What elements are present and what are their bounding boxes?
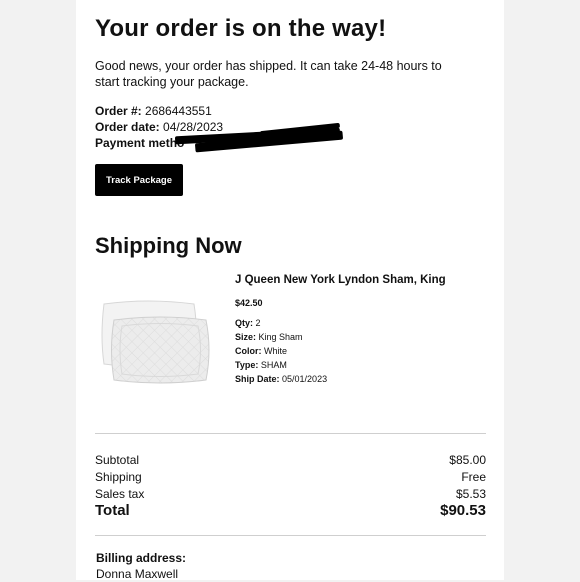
- subtotal-label: Subtotal: [95, 453, 140, 467]
- attr-label: Qty:: [235, 318, 253, 328]
- payment-method-label: Payment metho: [95, 136, 185, 150]
- divider: [95, 433, 486, 434]
- attr-label: Color:: [235, 346, 262, 356]
- product-attributes: Qty: 2 Size: King Sham Color: White Type…: [235, 316, 327, 386]
- sales-tax-row: Sales tax $5.53: [95, 487, 486, 501]
- shipping-intro-text: Good news, your order has shipped. It ca…: [95, 59, 442, 89]
- attr-type: Type: SHAM: [235, 358, 327, 372]
- attr-size: Size: King Sham: [235, 330, 327, 344]
- attr-qty: Qty: 2: [235, 316, 327, 330]
- attr-label: Type:: [235, 360, 259, 370]
- shipping-label: Shipping: [95, 470, 142, 484]
- product-name[interactable]: J Queen New York Lyndon Sham, King: [235, 274, 446, 286]
- attr-value: White: [264, 346, 288, 356]
- track-package-button[interactable]: Track Package: [95, 164, 183, 196]
- page-title: Your order is on the way!: [95, 15, 387, 42]
- order-number: Order #: 2686443551: [95, 103, 212, 119]
- attr-ship-date: Ship Date: 05/01/2023: [235, 372, 327, 386]
- order-date-label: Order date:: [95, 120, 160, 134]
- sales-tax-label: Sales tax: [95, 487, 145, 501]
- order-date-value: 04/28/2023: [163, 120, 224, 134]
- subtotal-value: $85.00: [449, 453, 486, 467]
- attr-value: SHAM: [260, 360, 287, 370]
- attr-label: Ship Date:: [235, 374, 280, 384]
- shipping-value: Free: [461, 470, 486, 484]
- shipping-row: Shipping Free: [95, 470, 486, 484]
- sales-tax-value: $5.53: [455, 487, 486, 501]
- attr-label: Size:: [235, 332, 257, 342]
- product-price: $42.50: [235, 298, 263, 308]
- attr-color: Color: White: [235, 344, 327, 358]
- attr-value: 2: [255, 318, 261, 328]
- divider: [95, 535, 486, 536]
- order-number-value: 2686443551: [145, 104, 212, 118]
- subtotal-row: Subtotal $85.00: [95, 453, 486, 467]
- attr-value: King Sham: [258, 332, 303, 342]
- total-label: Total: [95, 502, 130, 519]
- order-date: Order date: 04/28/2023: [95, 119, 223, 135]
- payment-method: Payment metho: [95, 135, 184, 151]
- shipping-now-heading: Shipping Now: [95, 233, 242, 258]
- billing-address-label: Billing address:: [96, 551, 187, 565]
- pillow-sham-image: [101, 300, 210, 384]
- total-row: Total $90.53: [95, 502, 486, 519]
- order-number-label: Order #:: [95, 104, 142, 118]
- total-value: $90.53: [440, 502, 486, 519]
- attr-value: 05/01/2023: [282, 374, 328, 384]
